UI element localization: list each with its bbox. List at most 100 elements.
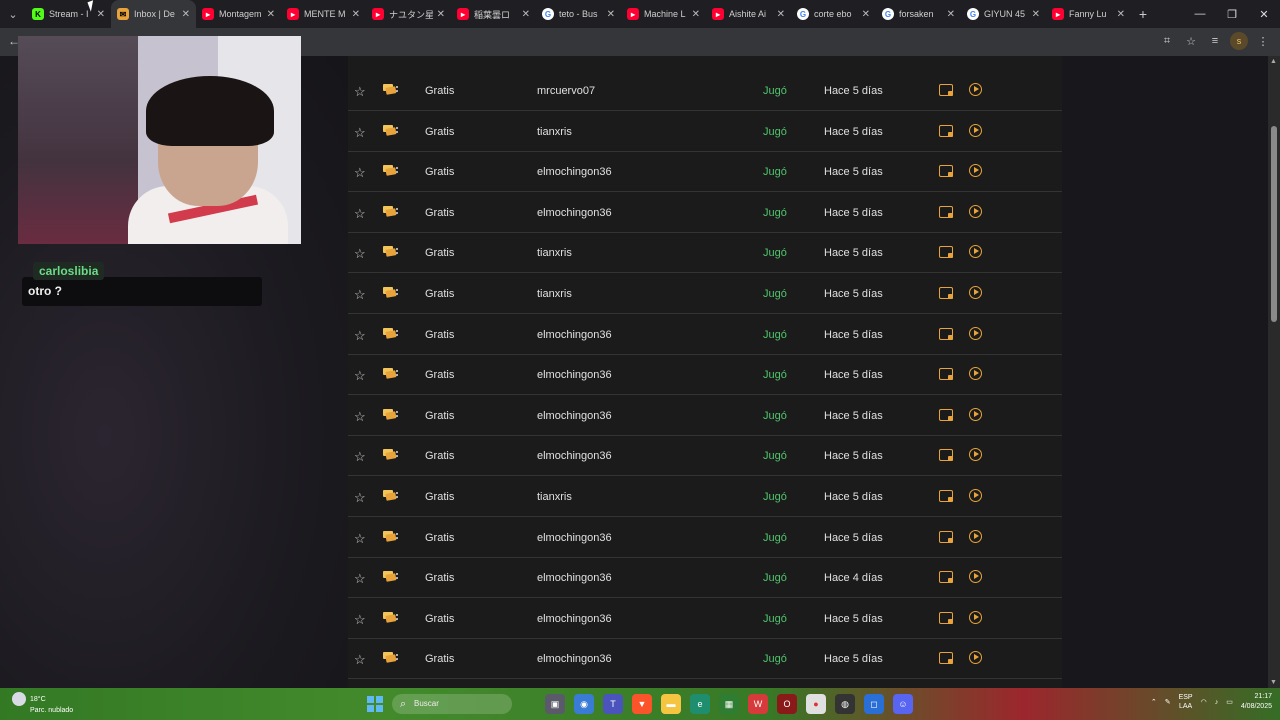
player-username[interactable]: elmochingon36	[537, 166, 612, 178]
play-icon[interactable]	[969, 83, 982, 96]
player-username[interactable]: elmochingon36	[537, 613, 612, 625]
replay-icon[interactable]	[939, 165, 953, 178]
favorite-star-icon[interactable]: ☆	[354, 165, 366, 181]
table-row[interactable]: ☆ Gratis elmochingon36 Jugó Hace 5 días	[348, 599, 1062, 639]
replay-icon[interactable]	[939, 205, 953, 218]
replay-icon[interactable]	[939, 408, 953, 421]
player-username[interactable]: tianxris	[537, 247, 572, 259]
table-row[interactable]: ☆ Gratis elmochingon36 Jugó Hace 5 días	[348, 639, 1062, 680]
translate-icon[interactable]: ⌗	[1158, 32, 1176, 50]
favorite-star-icon[interactable]: ☆	[354, 652, 366, 668]
close-window-icon[interactable]: ✕	[1248, 0, 1280, 28]
table-row[interactable]: ☆ Gratis elmochingon36 Jugó Hace 5 días	[348, 518, 1062, 558]
play-icon[interactable]	[969, 123, 982, 137]
maximize-icon[interactable]: ❐	[1216, 0, 1248, 28]
chevron-up-icon[interactable]: ⌃	[1151, 698, 1157, 706]
task-view-icon[interactable]: ▣	[545, 694, 565, 714]
close-tab-icon[interactable]: ✕	[182, 9, 190, 20]
browser-tab[interactable]: ▸ Montagem ✕	[196, 0, 281, 28]
play-icon[interactable]	[969, 367, 982, 381]
close-tab-icon[interactable]: ✕	[607, 9, 615, 20]
player-username[interactable]: elmochingon36	[537, 572, 612, 584]
play-icon[interactable]	[969, 286, 982, 299]
table-row[interactable]: ☆ Gratis elmochingon36 Jugó Hace 5 días	[348, 315, 1062, 355]
wifi-icon[interactable]: ◠	[1201, 698, 1207, 706]
favorite-star-icon[interactable]: ☆	[354, 125, 366, 141]
table-row[interactable]: ☆ Gratis elmochingon36 Jugó Hace 5 días	[348, 355, 1062, 396]
table-row[interactable]: ☆ Gratis tianxris Jugó Hace 5 días	[348, 274, 1062, 314]
favorite-star-icon[interactable]: ☆	[354, 206, 366, 222]
table-row[interactable]: ☆ Gratis tianxris Jugó Hace 5 días	[348, 477, 1062, 517]
app-icon[interactable]: ◻	[864, 694, 884, 714]
opera-icon[interactable]: O	[777, 694, 797, 714]
play-icon[interactable]	[969, 164, 982, 178]
battery-icon[interactable]: ▭	[1226, 698, 1233, 706]
play-icon[interactable]	[969, 448, 982, 462]
copilot-icon[interactable]: ◉	[574, 694, 594, 714]
favorite-star-icon[interactable]: ☆	[354, 449, 366, 465]
replay-icon[interactable]	[939, 368, 953, 381]
favorite-star-icon[interactable]: ☆	[354, 84, 366, 100]
edge-icon[interactable]: e	[690, 694, 710, 714]
browser-tab[interactable]: ▸ Fanny Lu ✕	[1046, 0, 1131, 28]
replay-icon[interactable]	[939, 246, 953, 259]
play-icon[interactable]	[969, 651, 982, 665]
browser-tab[interactable]: ▸ 稲葉曇ロ ✕	[451, 0, 536, 28]
player-username[interactable]: elmochingon36	[537, 653, 612, 665]
obs-icon[interactable]: ◍	[835, 694, 855, 714]
player-username[interactable]: elmochingon36	[537, 410, 612, 422]
chrome-icon[interactable]: ●	[806, 694, 826, 714]
table-row[interactable]: ☆ Gratis elmochingon36 Jugó Hace 5 días	[348, 436, 1062, 477]
favorite-star-icon[interactable]: ☆	[354, 287, 366, 303]
browser-tab[interactable]: K Stream - I ✕	[26, 0, 111, 28]
minimize-icon[interactable]: —	[1184, 0, 1216, 28]
profile-avatar[interactable]: s	[1230, 32, 1248, 50]
close-tab-icon[interactable]: ✕	[947, 9, 955, 20]
table-row[interactable]: ☆ Gratis tianxris Jugó Hace 5 días	[348, 233, 1062, 274]
media-controls-icon[interactable]: ≡	[1206, 32, 1224, 50]
player-username[interactable]: elmochingon36	[537, 207, 612, 219]
browser-tab[interactable]: Gforsaken ✕	[876, 0, 961, 28]
player-username[interactable]: elmochingon36	[537, 369, 612, 381]
player-username[interactable]: elmochingon36	[537, 532, 612, 544]
browser-tab[interactable]: Gcorte ebo ✕	[791, 0, 876, 28]
play-icon[interactable]	[969, 204, 982, 218]
player-username[interactable]: tianxris	[537, 491, 572, 503]
store-icon[interactable]: ▦	[719, 694, 739, 714]
table-row[interactable]: ☆ Gratis tianxris Jugó Hace 5 días	[348, 112, 1062, 152]
close-tab-icon[interactable]: ✕	[1032, 9, 1040, 20]
table-row[interactable]: ☆ Gratis elmochingon36 Jugó Hace 5 días	[348, 396, 1062, 436]
close-tab-icon[interactable]: ✕	[1117, 9, 1125, 20]
language-indicator[interactable]: ESP LAA	[1179, 693, 1193, 711]
player-username[interactable]: mrcuervo07	[537, 85, 595, 97]
play-icon[interactable]	[969, 529, 982, 543]
scrollbar-thumb[interactable]	[1271, 126, 1277, 322]
favorite-star-icon[interactable]: ☆	[354, 612, 366, 628]
play-icon[interactable]	[969, 570, 982, 584]
play-icon[interactable]	[969, 610, 982, 624]
browser-tab[interactable]: G GIYUN 45 ✕	[961, 0, 1046, 28]
bookmark-star-icon[interactable]: ☆	[1182, 32, 1200, 50]
menu-kebab-icon[interactable]: ⋮	[1254, 32, 1272, 50]
player-username[interactable]: tianxris	[537, 126, 572, 138]
browser-tab[interactable]: ✉ Inbox | De ✕	[111, 0, 196, 28]
scroll-down-icon[interactable]: ▼	[1270, 679, 1277, 686]
replay-icon[interactable]	[939, 611, 953, 624]
taskbar-search[interactable]: Buscar	[392, 694, 512, 714]
teams-icon[interactable]: T	[603, 694, 623, 714]
table-row[interactable]: ☆ Gratis elmochingon36 Jugó Hace 5 días	[348, 152, 1062, 193]
close-tab-icon[interactable]: ✕	[777, 9, 785, 20]
replay-icon[interactable]	[939, 449, 953, 462]
replay-icon[interactable]	[939, 530, 953, 543]
play-icon[interactable]	[969, 407, 982, 421]
browser-tab[interactable]: ▸ MENTE M ✕	[281, 0, 366, 28]
browser-tab[interactable]: ▸ ナユタン星 ✕	[366, 0, 451, 28]
file-explorer-icon[interactable]: ▬	[661, 694, 681, 714]
volume-icon[interactable]: ♪	[1215, 699, 1219, 706]
player-username[interactable]: elmochingon36	[537, 450, 612, 462]
close-tab-icon[interactable]: ✕	[97, 9, 105, 20]
replay-icon[interactable]	[939, 327, 953, 340]
discord-icon[interactable]: ☺	[893, 694, 913, 714]
windows-start-icon[interactable]	[367, 696, 383, 712]
table-row[interactable]: ☆ Gratis elmochingon36 Jugó Hace 4 días	[348, 558, 1062, 599]
